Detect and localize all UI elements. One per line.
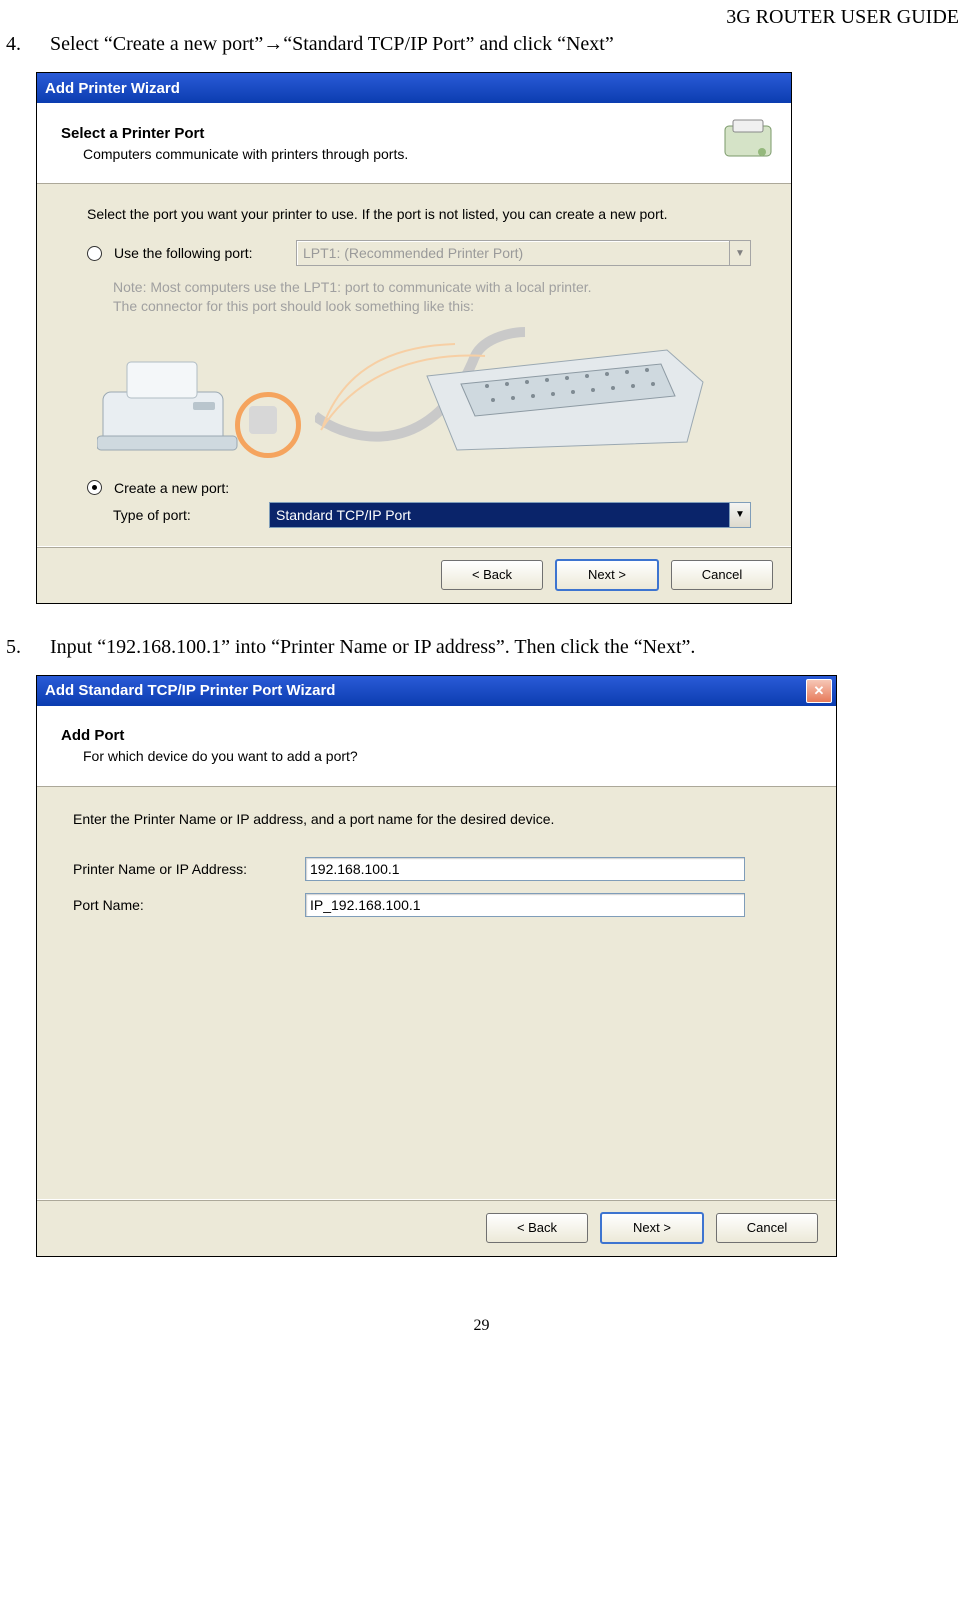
parallel-connector-icon — [417, 346, 707, 456]
step-4: 4. Select “Create a new port”→“Standard … — [0, 33, 963, 56]
dialog1-title: Add Printer Wizard — [45, 80, 180, 97]
small-plug-icon — [249, 406, 277, 434]
next-button[interactable]: Next > — [555, 559, 659, 591]
port-name-label: Port Name: — [73, 897, 305, 913]
use-port-value: LPT1: (Recommended Printer Port) — [297, 245, 523, 261]
step-5-num: 5. — [6, 636, 26, 659]
dialog2-titlebar: Add Standard TCP/IP Printer Port Wizard … — [37, 676, 836, 706]
cancel-button[interactable]: Cancel — [716, 1213, 818, 1243]
dialog1-banner-sub: Computers communicate with printers thro… — [61, 146, 721, 162]
dialog1-banner: Select a Printer Port Computers communic… — [37, 103, 791, 184]
dialog1-banner-title: Select a Printer Port — [61, 125, 721, 142]
step-5-text: Input “192.168.100.1” into “Printer Name… — [50, 636, 963, 659]
dialog2-title: Add Standard TCP/IP Printer Port Wizard — [45, 682, 335, 699]
dialog2-banner-sub: For which device do you want to add a po… — [61, 748, 820, 764]
dialog1-note: Note: Most computers use the LPT1: port … — [113, 278, 751, 316]
step-5: 5. Input “192.168.100.1” into “Printer N… — [0, 636, 963, 659]
use-port-combo: LPT1: (Recommended Printer Port) ▼ — [296, 240, 751, 266]
cancel-button[interactable]: Cancel — [671, 560, 773, 590]
dialog2-banner-title: Add Port — [61, 727, 820, 744]
step-4-num: 4. — [6, 33, 26, 56]
tcpip-port-wizard-dialog: Add Standard TCP/IP Printer Port Wizard … — [36, 675, 837, 1257]
dialog2-instruction: Enter the Printer Name or IP address, an… — [73, 811, 800, 827]
dialog1-buttonbar: < Back Next > Cancel — [37, 546, 791, 603]
printer-ip-input[interactable]: 192.168.100.1 — [305, 857, 745, 881]
note-line1: Note: Most computers use the LPT1: port … — [113, 278, 751, 297]
port-illustration — [87, 326, 727, 466]
page-number: 29 — [0, 1317, 963, 1335]
type-of-port-combo[interactable]: Standard TCP/IP Port ▼ — [269, 502, 751, 528]
radio-create-port-label: Create a new port: — [114, 480, 229, 496]
type-of-port-value: Standard TCP/IP Port — [270, 507, 411, 523]
doc-header: 3G ROUTER USER GUIDE — [0, 0, 963, 29]
back-button[interactable]: < Back — [486, 1213, 588, 1243]
printer-ip-label: Printer Name or IP Address: — [73, 861, 305, 877]
step-4-text: Select “Create a new port”→“Standard TCP… — [50, 33, 963, 56]
dialog2-buttonbar: < Back Next > Cancel — [37, 1199, 836, 1256]
radio-use-port-label: Use the following port: — [114, 245, 284, 261]
dialog2-banner: Add Port For which device do you want to… — [37, 706, 836, 787]
back-button[interactable]: < Back — [441, 560, 543, 590]
dialog1-prompt: Select the port you want your printer to… — [87, 206, 751, 222]
radio-use-port[interactable] — [87, 246, 102, 261]
note-line2: The connector for this port should look … — [113, 297, 751, 316]
radio-create-port[interactable] — [87, 480, 102, 495]
printer-port-icon — [721, 116, 775, 170]
port-name-input[interactable]: IP_192.168.100.1 — [305, 893, 745, 917]
add-printer-wizard-dialog: Add Printer Wizard Select a Printer Port… — [36, 72, 792, 604]
dialog1-titlebar: Add Printer Wizard — [37, 73, 791, 103]
chevron-down-icon[interactable]: ▼ — [729, 503, 750, 527]
next-button[interactable]: Next > — [600, 1212, 704, 1244]
close-icon[interactable]: ✕ — [806, 679, 832, 703]
chevron-down-icon: ▼ — [729, 241, 750, 265]
type-of-port-label: Type of port: — [113, 507, 257, 523]
printer-icon — [97, 352, 257, 462]
